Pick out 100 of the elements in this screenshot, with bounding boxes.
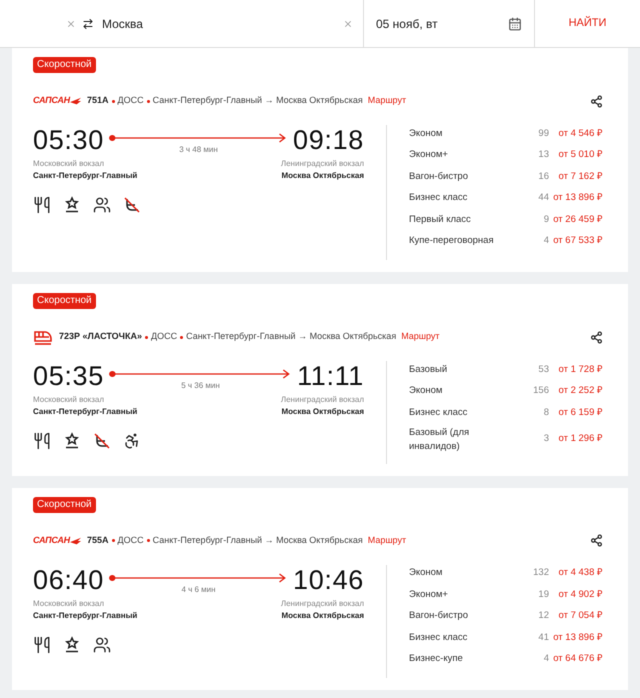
star-pedestal-icon [63, 636, 81, 654]
arrival-time: 10:46 [293, 564, 364, 594]
arrival-city: Москва Октябрьская [281, 610, 364, 622]
carrier-name: ДОСС [118, 94, 144, 108]
departure-time: 06:40 [33, 564, 104, 594]
arrival-time: 09:18 [293, 125, 364, 155]
seat-count: 156 [532, 384, 549, 398]
price-link[interactable]: от 6 159 ₽ [558, 406, 603, 420]
separator-dot [180, 336, 184, 338]
train-type-badge: Скоростной [33, 57, 96, 73]
clear-icon[interactable] [66, 18, 76, 28]
train-type-badge: Скоростной [33, 293, 96, 309]
price-link[interactable]: от 64 676 ₽ [553, 652, 603, 666]
arrival-station: Ленинградский вокзал [280, 394, 364, 406]
departure-time: 05:35 [33, 361, 104, 391]
price-link[interactable]: от 13 896 ₽ [553, 191, 603, 206]
class-name: Базовый [409, 362, 448, 377]
price-link[interactable]: от 4 438 ₽ [558, 566, 603, 580]
seat-count: 53 [537, 362, 549, 377]
price-link[interactable]: от 26 459 ₽ [553, 212, 603, 227]
arrival-city: Москва Октябрьская [281, 170, 364, 182]
class-name: Эконом [409, 126, 444, 141]
price-link[interactable]: от 4 546 ₽ [558, 126, 603, 141]
clear-icon[interactable] [343, 18, 353, 28]
price-link[interactable]: от 5 010 ₽ [558, 148, 603, 162]
crossed-out-seat-icon [93, 432, 111, 450]
class-name: Эконом+ [409, 588, 449, 602]
share-icon[interactable] [590, 534, 603, 547]
people-icon [93, 636, 111, 654]
class-name: Бизнес класс [409, 630, 468, 645]
train-logo: САПСАН [33, 534, 81, 548]
seat-count: 3 [542, 432, 549, 446]
train-number: 755А [87, 534, 109, 547]
train-number: 751А [87, 94, 109, 108]
price-link[interactable]: от 1 296 ₽ [558, 432, 603, 447]
separator-dot [145, 336, 148, 338]
seat-count: 132 [532, 566, 549, 580]
departure-station: Московский вокзал [33, 394, 106, 406]
calendar-icon [508, 16, 522, 30]
class-name: Купе-переговорная [409, 234, 495, 248]
price-link[interactable]: от 7 162 ₽ [558, 170, 603, 184]
cutlery-icon [33, 432, 51, 450]
train-type-badge: Скоростной [33, 496, 96, 512]
departure-time: 05:30 [33, 125, 104, 155]
class-name: Базовый (для инвалидов) [409, 426, 470, 454]
departure-city: Санкт-Петербург-Главный [33, 406, 138, 418]
separator-dot [112, 539, 115, 542]
class-name: Первый класс [409, 212, 472, 227]
separator-dot [146, 100, 150, 102]
share-icon[interactable] [590, 94, 603, 108]
class-name: Эконом+ [409, 148, 449, 162]
duration-text: 5 ч 36 мин [181, 380, 220, 392]
price-link[interactable]: от 1 728 ₽ [558, 362, 603, 377]
search-button[interactable]: НАЙТИ [535, 0, 640, 47]
separator-dot [146, 539, 150, 542]
people-icon [93, 196, 111, 214]
price-link[interactable]: от 7 054 ₽ [558, 609, 603, 624]
price-link[interactable]: от 4 902 ₽ [558, 588, 603, 602]
price-link[interactable]: от 67 533 ₽ [553, 234, 603, 248]
seat-count: 9 [542, 212, 549, 227]
train-number: 723Р «ЛАСТОЧКА» [59, 330, 142, 344]
carrier-name: ДОСС [151, 330, 178, 344]
duration-text: 3 ч 48 мин [179, 144, 218, 156]
route-link[interactable]: Маршрут [401, 330, 440, 344]
seat-count: 4 [542, 652, 549, 666]
duration-text: 4 ч 6 мин [181, 584, 216, 596]
price-link[interactable]: от 13 896 ₽ [553, 630, 603, 645]
seat-count: 8 [542, 406, 549, 420]
arrival-city: Москва Октябрьская [281, 406, 364, 418]
crossed-out-seat-icon [123, 196, 141, 214]
route-link[interactable]: Маршрут [368, 534, 406, 548]
separator-dot [112, 100, 115, 102]
class-name: Бизнес класс [409, 191, 468, 206]
route-link[interactable]: Маршрут [368, 94, 406, 108]
cutlery-icon [33, 196, 51, 214]
star-pedestal-icon [63, 432, 81, 450]
seat-count: 44 [537, 191, 549, 206]
arrival-station: Ленинградский вокзал [280, 598, 364, 610]
departure-city: Санкт-Петербург-Главный [33, 610, 138, 622]
departure-station: Московский вокзал [33, 158, 106, 170]
cutlery-icon [33, 636, 51, 654]
price-link[interactable]: от 2 252 ₽ [558, 384, 603, 398]
seat-count: 13 [537, 148, 549, 162]
class-name: Вагон-бистро [409, 609, 469, 624]
wing-icon [70, 96, 81, 106]
share-icon[interactable] [590, 330, 603, 344]
seat-count: 16 [537, 170, 549, 184]
class-name: Вагон-бистро [409, 170, 469, 184]
route-text: Санкт-Петербург-Главный → Москва Октябрьская [152, 94, 363, 108]
star-pedestal-icon [63, 196, 81, 214]
route-text: Санкт-Петербург-Главный → Москва Октябрьская [186, 330, 396, 344]
class-name: Эконом [409, 566, 444, 580]
wing-icon [70, 536, 81, 546]
date-field[interactable]: 05 нояб, вт [364, 0, 535, 47]
carrier-name: ДОСС [118, 534, 144, 547]
destination-field[interactable]: Москва [96, 0, 364, 47]
swap-icon[interactable] [82, 18, 94, 30]
train-logo: САПСАН [33, 94, 81, 108]
seat-count: 12 [537, 609, 549, 624]
seat-count: 41 [537, 630, 549, 645]
